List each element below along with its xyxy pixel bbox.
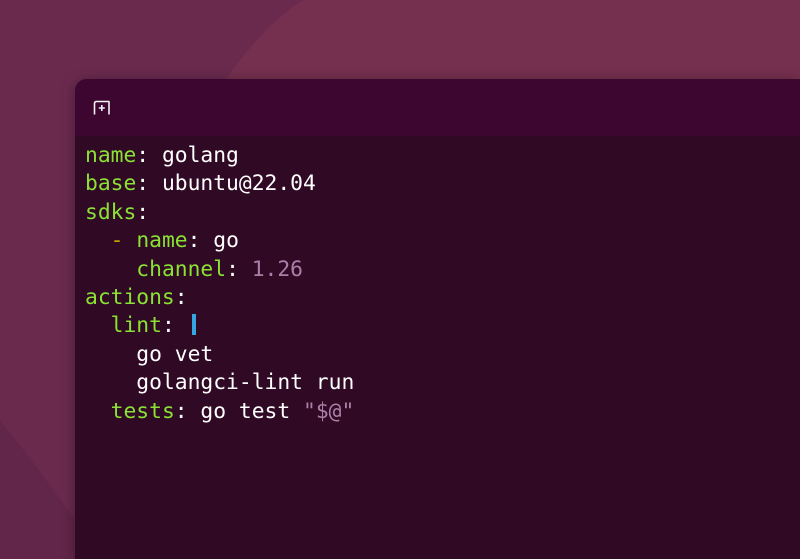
yaml-key: base bbox=[85, 171, 137, 197]
code-line: channel: 1.26 bbox=[85, 256, 354, 284]
yaml-key: name bbox=[136, 228, 188, 254]
yaml-separator: : bbox=[136, 143, 150, 168]
yaml-separator: : bbox=[226, 256, 239, 282]
yaml-key: tests bbox=[110, 398, 175, 424]
yaml-key: channel bbox=[136, 256, 227, 282]
code-line: - name: go bbox=[85, 227, 354, 255]
yaml-separator: : bbox=[136, 199, 150, 225]
terminal-body[interactable]: name: golang base: ubuntu@22.04 sdks: - na… bbox=[75, 136, 800, 559]
yaml-value: go bbox=[200, 228, 239, 254]
terminal-window: name: golang base: ubuntu@22.04 sdks: - na… bbox=[75, 79, 800, 559]
yaml-separator: : bbox=[174, 398, 188, 424]
yaml-indent bbox=[85, 313, 111, 338]
new-tab-icon bbox=[93, 100, 110, 115]
yaml-value: golangci-lint run bbox=[136, 370, 355, 396]
yaml-key: actions bbox=[85, 284, 175, 310]
yaml-separator: : bbox=[136, 171, 150, 197]
code-line: go vet bbox=[85, 341, 354, 369]
yaml-value: go test bbox=[187, 398, 303, 424]
yaml-value: golang bbox=[149, 143, 239, 168]
yaml-key: sdks bbox=[85, 199, 137, 225]
yaml-key: lint bbox=[110, 313, 162, 339]
yaml-indent bbox=[85, 399, 111, 424]
yaml-indent bbox=[85, 228, 111, 253]
terminal-headerbar bbox=[75, 79, 800, 136]
code-line: sdks: bbox=[85, 199, 354, 227]
yaml-value: ubuntu@22.04 bbox=[149, 171, 316, 197]
yaml-indent bbox=[85, 342, 136, 367]
yaml-indent bbox=[85, 370, 136, 395]
yaml-string-literal: "$@" bbox=[303, 398, 355, 424]
code-line: actions: bbox=[85, 284, 354, 312]
yaml-number-literal: 1.26 bbox=[238, 256, 303, 282]
code-line: golangci-lint run bbox=[85, 369, 354, 397]
code-line: lint: bbox=[85, 312, 354, 340]
new-tab-button[interactable] bbox=[87, 95, 117, 121]
yaml-separator: : bbox=[174, 284, 188, 310]
yaml-list-dash: - bbox=[110, 228, 124, 254]
yaml-editor[interactable]: name: golang base: ubuntu@22.04 sdks: - na… bbox=[85, 142, 354, 426]
yaml-indent bbox=[85, 257, 136, 282]
yaml-separator: : bbox=[161, 313, 188, 339]
text-cursor bbox=[191, 314, 196, 336]
yaml-key: name bbox=[85, 143, 137, 168]
yaml-separator: : bbox=[187, 228, 201, 254]
yaml-value: go vet bbox=[136, 341, 214, 367]
code-line: name: golang bbox=[85, 142, 354, 170]
code-line: base: ubuntu@22.04 bbox=[85, 170, 354, 198]
code-line: tests: go test "$@" bbox=[85, 398, 355, 426]
